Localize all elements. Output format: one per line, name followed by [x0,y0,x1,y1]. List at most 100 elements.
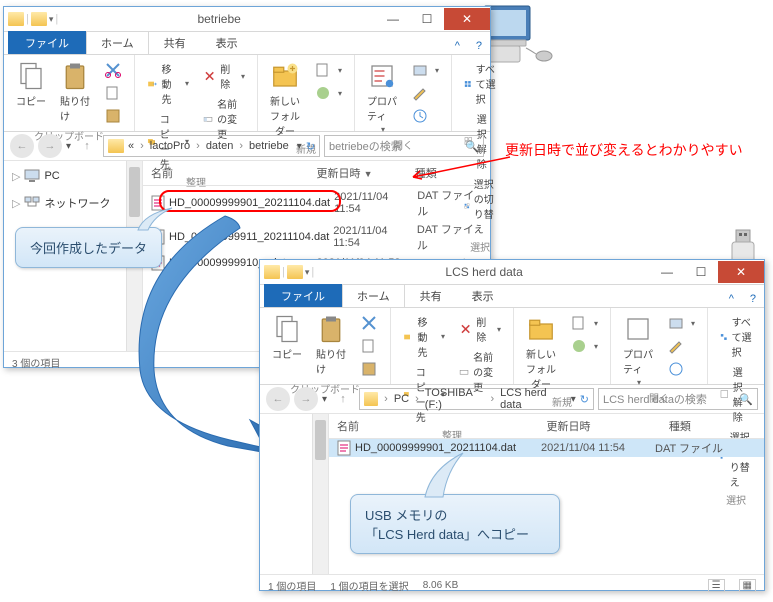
sort-desc-icon: ▼ [364,169,373,179]
edit-button[interactable] [407,82,443,104]
callout-line2: 「LCS Herd data」へコピー [365,524,545,543]
qat-arrow-icon[interactable]: ▾ [305,267,310,278]
col-name[interactable]: 名前 [329,414,539,438]
breadcrumb-item[interactable]: TOSHIBA (F:) [425,387,485,411]
tab-view[interactable]: 表示 [457,284,509,307]
delete-button[interactable]: 削除▾ [455,312,505,346]
maximize-button[interactable]: ☐ [684,261,718,283]
copypath-button[interactable] [100,82,126,104]
nav-back-button[interactable]: ← [10,134,34,158]
col-type[interactable]: 種類 [661,414,764,438]
nav-forward-button[interactable]: → [38,134,62,158]
nav-history-button[interactable]: ▾ [322,394,327,405]
open-button[interactable]: ▾ [407,59,443,81]
breadcrumb-item[interactable]: « [128,140,134,152]
tab-share[interactable]: 共有 [405,284,457,307]
ribbon-collapse-icon[interactable]: ^ [447,38,468,54]
minimize-button[interactable]: — [376,8,410,30]
search-placeholder: betriebeの検索 [329,138,402,154]
search-icon: 🔍 [465,140,479,153]
details-view-icon[interactable]: ☰ [708,579,725,592]
thumb-view-icon[interactable]: ▦ [739,579,756,592]
close-button[interactable]: ✕ [718,261,764,283]
file-date: 2021/11/04 11:54 [333,225,413,249]
item-count: 1 個の項目 [268,578,316,593]
tab-view[interactable]: 表示 [201,31,253,54]
search-input[interactable]: betriebeの検索 🔍 [324,135,484,157]
nav-scrollbar[interactable] [312,414,328,574]
tab-file[interactable]: ファイル [264,284,342,307]
col-date[interactable]: 更新日時 ▼ [309,161,407,185]
selection-count: 1 個の項目を選択 [330,578,408,593]
file-date: 2021/11/04 11:54 [541,442,651,454]
tab-home[interactable]: ホーム [86,31,149,54]
nav-up-button[interactable]: ↑ [75,134,99,158]
folder-icon [108,139,124,153]
ribbon-collapse-icon[interactable]: ^ [721,291,742,307]
nav-network[interactable]: ▷ネットワーク [8,193,138,213]
nav-history-button[interactable]: ▾ [66,141,71,152]
titlebar[interactable]: | ▾ | LCS herd data — ☐ ✕ [260,260,764,285]
paste-button[interactable]: 貼り付け [312,312,350,378]
qat-arrow-icon[interactable]: ▾ [49,14,54,25]
maximize-button[interactable]: ☐ [410,8,444,30]
address-bar[interactable]: «› lactoPro› daten› betriebe ▾ ↻ [103,135,320,157]
copy-button[interactable]: コピー [268,312,306,363]
search-input[interactable]: LCS herd dataの検索 🔍 [598,388,758,410]
cut-button[interactable] [100,59,126,81]
close-button[interactable]: ✕ [444,8,490,30]
edit-button[interactable] [663,335,699,357]
selectall-button[interactable]: すべて選択 [460,59,500,108]
breadcrumb-item[interactable]: betriebe [249,140,289,152]
history-button[interactable] [663,358,699,380]
tab-home[interactable]: ホーム [342,284,405,307]
help-icon[interactable]: ? [742,291,764,307]
breadcrumb-item[interactable]: lactoPro [150,140,190,152]
newitem-button[interactable]: ▾ [566,312,602,334]
newfolder-button[interactable]: 新しい フォルダー [266,59,304,140]
file-row[interactable]: HD_00009999901_20211104.dat 2021/11/04 1… [143,186,490,220]
breadcrumb-item[interactable]: PC [394,393,409,405]
tab-share[interactable]: 共有 [149,31,201,54]
cut-button[interactable] [356,312,382,334]
breadcrumb-item[interactable]: daten [206,140,234,152]
breadcrumb-item[interactable]: LCS herd data [500,387,563,411]
addr-dropdown-icon[interactable]: ▾ [297,141,302,152]
open-button[interactable]: ▾ [663,312,699,334]
history-button[interactable] [407,105,443,127]
paste-button[interactable]: 貼り付け [56,59,94,125]
minimize-button[interactable]: — [650,261,684,283]
paste-shortcut-button[interactable] [356,358,382,380]
copy-button[interactable]: コピー [12,59,50,110]
addr-dropdown-icon[interactable]: ▾ [571,394,576,405]
tab-file[interactable]: ファイル [8,31,86,54]
newfolder-button[interactable]: 新しい フォルダー [522,312,560,393]
help-icon[interactable]: ? [468,38,490,54]
easyaccess-button[interactable]: ▾ [566,335,602,357]
selectall-button[interactable]: すべて選択 [716,312,756,361]
col-date[interactable]: 更新日時 [539,414,661,438]
nav-up-button[interactable]: ↑ [331,387,355,411]
nav-pc[interactable]: ▷PC [8,167,138,185]
file-row[interactable]: HD_00009999901_20211104.dat 2021/11/04 1… [329,439,764,457]
newitem-button[interactable]: ▾ [310,59,346,81]
refresh-icon[interactable]: ↻ [580,393,589,406]
titlebar[interactable]: | ▾ | betriebe — ☐ ✕ [4,7,490,32]
copypath-button[interactable] [356,335,382,357]
easyaccess-button[interactable]: ▾ [310,82,346,104]
col-type[interactable]: 種類 [407,161,490,185]
nav-forward-button[interactable]: → [294,387,318,411]
moveto-button[interactable]: 移動先▾ [399,312,449,361]
address-bar[interactable]: › PC› TOSHIBA (F:)› LCS herd data ▾ ↻ [359,388,594,410]
col-name[interactable]: 名前 [143,161,309,185]
moveto-button[interactable]: 移動先▾ [143,59,193,108]
paste-shortcut-button[interactable] [100,105,126,127]
delete-button[interactable]: 削除▾ [199,59,249,93]
nav-back-button[interactable]: ← [266,387,290,411]
nav-pane[interactable] [260,414,329,574]
search-placeholder: LCS herd dataの検索 [603,391,707,407]
properties-button[interactable]: プロパティ▾ [619,312,657,389]
refresh-icon[interactable]: ↻ [306,140,315,153]
properties-button[interactable]: プロパティ▾ [363,59,401,136]
file-row[interactable]: HD_00009999911_20211104.dat 2021/11/04 1… [143,220,490,254]
